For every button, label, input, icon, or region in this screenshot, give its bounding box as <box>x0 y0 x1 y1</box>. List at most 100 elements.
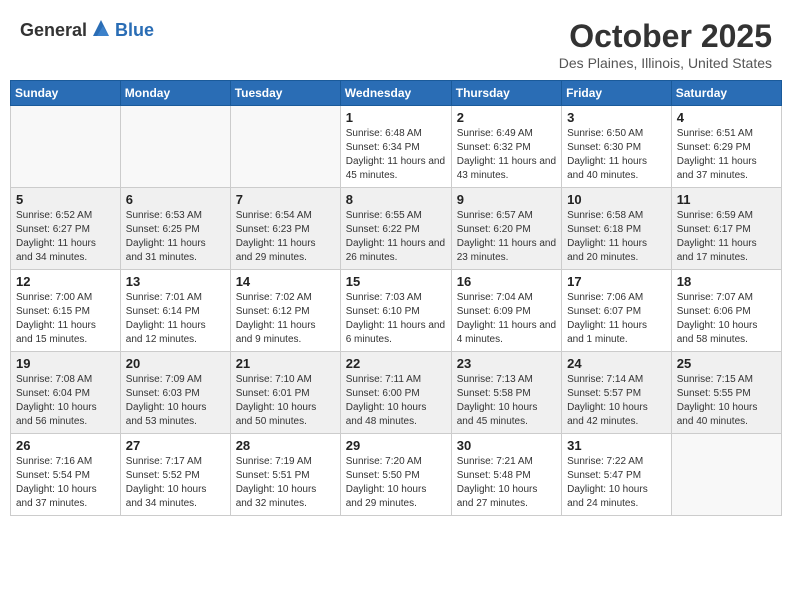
calendar-day-cell: 21 Sunrise: 7:10 AM Sunset: 6:01 PM Dayli… <box>230 352 340 434</box>
day-info: Sunrise: 7:16 AM Sunset: 5:54 PM Dayligh… <box>16 455 115 511</box>
day-info: Sunrise: 7:06 AM Sunset: 6:07 PM Dayligh… <box>567 291 666 347</box>
calendar-day-cell: 24 Sunrise: 7:14 AM Sunset: 5:57 PM Dayli… <box>562 352 672 434</box>
calendar-day-cell: 10 Sunrise: 6:58 AM Sunset: 6:18 PM Dayli… <box>562 188 672 270</box>
day-number: 16 <box>457 274 556 289</box>
day-number: 24 <box>567 356 666 371</box>
calendar-week-row: 1Sunrise: 6:48 AM Sunset: 6:34 PM Daylig… <box>11 106 782 188</box>
location-title: Des Plaines, Illinois, United States <box>559 55 772 71</box>
day-number: 4 <box>677 110 776 125</box>
day-info: Sunrise: 6:55 AM Sunset: 6:22 PM Dayligh… <box>346 209 446 265</box>
day-number: 9 <box>457 192 556 207</box>
calendar-day-cell <box>230 106 340 188</box>
day-number: 12 <box>16 274 115 289</box>
calendar-day-cell <box>671 434 781 516</box>
weekday-header-cell: Saturday <box>671 81 781 106</box>
day-number: 7 <box>236 192 335 207</box>
calendar-table: SundayMondayTuesdayWednesdayThursdayFrid… <box>10 80 782 516</box>
calendar-day-cell: 23 Sunrise: 7:13 AM Sunset: 5:58 PM Dayli… <box>451 352 561 434</box>
calendar-day-cell: 25Sunrise: 7:15 AM Sunset: 5:55 PM Dayli… <box>671 352 781 434</box>
calendar-day-cell: 7Sunrise: 6:54 AM Sunset: 6:23 PM Daylig… <box>230 188 340 270</box>
weekday-header-cell: Monday <box>120 81 230 106</box>
day-info: Sunrise: 7:01 AM Sunset: 6:14 PM Dayligh… <box>126 291 225 347</box>
calendar-day-cell: 17 Sunrise: 7:06 AM Sunset: 6:07 PM Dayli… <box>562 270 672 352</box>
day-number: 21 <box>236 356 335 371</box>
calendar-day-cell: 6Sunrise: 6:53 AM Sunset: 6:25 PM Daylig… <box>120 188 230 270</box>
day-info: Sunrise: 6:53 AM Sunset: 6:25 PM Dayligh… <box>126 209 225 265</box>
title-block: October 2025 Des Plaines, Illinois, Unit… <box>559 18 772 71</box>
calendar-week-row: 19Sunrise: 7:08 AM Sunset: 6:04 PM Dayli… <box>11 352 782 434</box>
day-info: Sunrise: 7:20 AM Sunset: 5:50 PM Dayligh… <box>346 455 446 511</box>
calendar-week-row: 12 Sunrise: 7:00 AM Sunset: 6:15 PM Dayli… <box>11 270 782 352</box>
day-number: 25 <box>677 356 776 371</box>
calendar-day-cell: 11 Sunrise: 6:59 AM Sunset: 6:17 PM Dayli… <box>671 188 781 270</box>
calendar-day-cell: 29 Sunrise: 7:20 AM Sunset: 5:50 PM Dayli… <box>340 434 451 516</box>
calendar-week-row: 5Sunrise: 6:52 AM Sunset: 6:27 PM Daylig… <box>11 188 782 270</box>
weekday-header-cell: Friday <box>562 81 672 106</box>
day-number: 22 <box>346 356 446 371</box>
day-info: Sunrise: 7:22 AM Sunset: 5:47 PM Dayligh… <box>567 455 666 511</box>
day-info: Sunrise: 7:00 AM Sunset: 6:15 PM Dayligh… <box>16 291 115 347</box>
calendar-day-cell: 12 Sunrise: 7:00 AM Sunset: 6:15 PM Dayli… <box>11 270 121 352</box>
calendar-day-cell: 9Sunrise: 6:57 AM Sunset: 6:20 PM Daylig… <box>451 188 561 270</box>
day-info: Sunrise: 7:08 AM Sunset: 6:04 PM Dayligh… <box>16 373 115 429</box>
calendar-day-cell: 30 Sunrise: 7:21 AM Sunset: 5:48 PM Dayli… <box>451 434 561 516</box>
calendar-day-cell <box>120 106 230 188</box>
calendar-day-cell: 13 Sunrise: 7:01 AM Sunset: 6:14 PM Dayli… <box>120 270 230 352</box>
day-info: Sunrise: 7:17 AM Sunset: 5:52 PM Dayligh… <box>126 455 225 511</box>
logo: General Blue <box>20 18 154 42</box>
calendar-day-cell: 1Sunrise: 6:48 AM Sunset: 6:34 PM Daylig… <box>340 106 451 188</box>
day-info: Sunrise: 7:13 AM Sunset: 5:58 PM Dayligh… <box>457 373 556 429</box>
day-info: Sunrise: 6:58 AM Sunset: 6:18 PM Dayligh… <box>567 209 666 265</box>
calendar-day-cell <box>11 106 121 188</box>
weekday-header-cell: Sunday <box>11 81 121 106</box>
day-number: 18 <box>677 274 776 289</box>
day-info: Sunrise: 6:52 AM Sunset: 6:27 PM Dayligh… <box>16 209 115 265</box>
day-number: 29 <box>346 438 446 453</box>
day-number: 27 <box>126 438 225 453</box>
calendar-day-cell: 22Sunrise: 7:11 AM Sunset: 6:00 PM Dayli… <box>340 352 451 434</box>
day-number: 14 <box>236 274 335 289</box>
calendar-day-cell: 31Sunrise: 7:22 AM Sunset: 5:47 PM Dayli… <box>562 434 672 516</box>
day-info: Sunrise: 7:09 AM Sunset: 6:03 PM Dayligh… <box>126 373 225 429</box>
calendar-day-cell: 26 Sunrise: 7:16 AM Sunset: 5:54 PM Dayli… <box>11 434 121 516</box>
day-info: Sunrise: 7:03 AM Sunset: 6:10 PM Dayligh… <box>346 291 446 347</box>
day-number: 26 <box>16 438 115 453</box>
month-title: October 2025 <box>559 18 772 55</box>
day-info: Sunrise: 7:21 AM Sunset: 5:48 PM Dayligh… <box>457 455 556 511</box>
day-number: 8 <box>346 192 446 207</box>
day-number: 23 <box>457 356 556 371</box>
day-info: Sunrise: 6:49 AM Sunset: 6:32 PM Dayligh… <box>457 127 556 183</box>
calendar-day-cell: 19Sunrise: 7:08 AM Sunset: 6:04 PM Dayli… <box>11 352 121 434</box>
calendar-day-cell: 28 Sunrise: 7:19 AM Sunset: 5:51 PM Dayli… <box>230 434 340 516</box>
calendar-day-cell: 5Sunrise: 6:52 AM Sunset: 6:27 PM Daylig… <box>11 188 121 270</box>
logo-icon <box>89 18 113 42</box>
day-info: Sunrise: 7:07 AM Sunset: 6:06 PM Dayligh… <box>677 291 776 347</box>
day-number: 1 <box>346 110 446 125</box>
calendar-day-cell: 4 Sunrise: 6:51 AM Sunset: 6:29 PM Daylig… <box>671 106 781 188</box>
day-info: Sunrise: 6:51 AM Sunset: 6:29 PM Dayligh… <box>677 127 776 183</box>
logo-general: General <box>20 20 87 41</box>
logo-blue: Blue <box>115 20 154 41</box>
day-info: Sunrise: 6:50 AM Sunset: 6:30 PM Dayligh… <box>567 127 666 183</box>
day-number: 17 <box>567 274 666 289</box>
calendar-day-cell: 27 Sunrise: 7:17 AM Sunset: 5:52 PM Dayli… <box>120 434 230 516</box>
calendar-day-cell: 14 Sunrise: 7:02 AM Sunset: 6:12 PM Dayli… <box>230 270 340 352</box>
weekday-header-cell: Wednesday <box>340 81 451 106</box>
day-number: 10 <box>567 192 666 207</box>
calendar-day-cell: 18 Sunrise: 7:07 AM Sunset: 6:06 PM Dayli… <box>671 270 781 352</box>
day-number: 13 <box>126 274 225 289</box>
day-number: 3 <box>567 110 666 125</box>
day-number: 28 <box>236 438 335 453</box>
calendar-day-cell: 8 Sunrise: 6:55 AM Sunset: 6:22 PM Daylig… <box>340 188 451 270</box>
day-info: Sunrise: 7:02 AM Sunset: 6:12 PM Dayligh… <box>236 291 335 347</box>
calendar-week-row: 26 Sunrise: 7:16 AM Sunset: 5:54 PM Dayli… <box>11 434 782 516</box>
weekday-header-cell: Thursday <box>451 81 561 106</box>
day-info: Sunrise: 6:59 AM Sunset: 6:17 PM Dayligh… <box>677 209 776 265</box>
day-info: Sunrise: 7:14 AM Sunset: 5:57 PM Dayligh… <box>567 373 666 429</box>
day-number: 30 <box>457 438 556 453</box>
day-info: Sunrise: 7:10 AM Sunset: 6:01 PM Dayligh… <box>236 373 335 429</box>
day-info: Sunrise: 7:19 AM Sunset: 5:51 PM Dayligh… <box>236 455 335 511</box>
calendar-day-cell: 20Sunrise: 7:09 AM Sunset: 6:03 PM Dayli… <box>120 352 230 434</box>
weekday-header-row: SundayMondayTuesdayWednesdayThursdayFrid… <box>11 81 782 106</box>
day-number: 11 <box>677 192 776 207</box>
